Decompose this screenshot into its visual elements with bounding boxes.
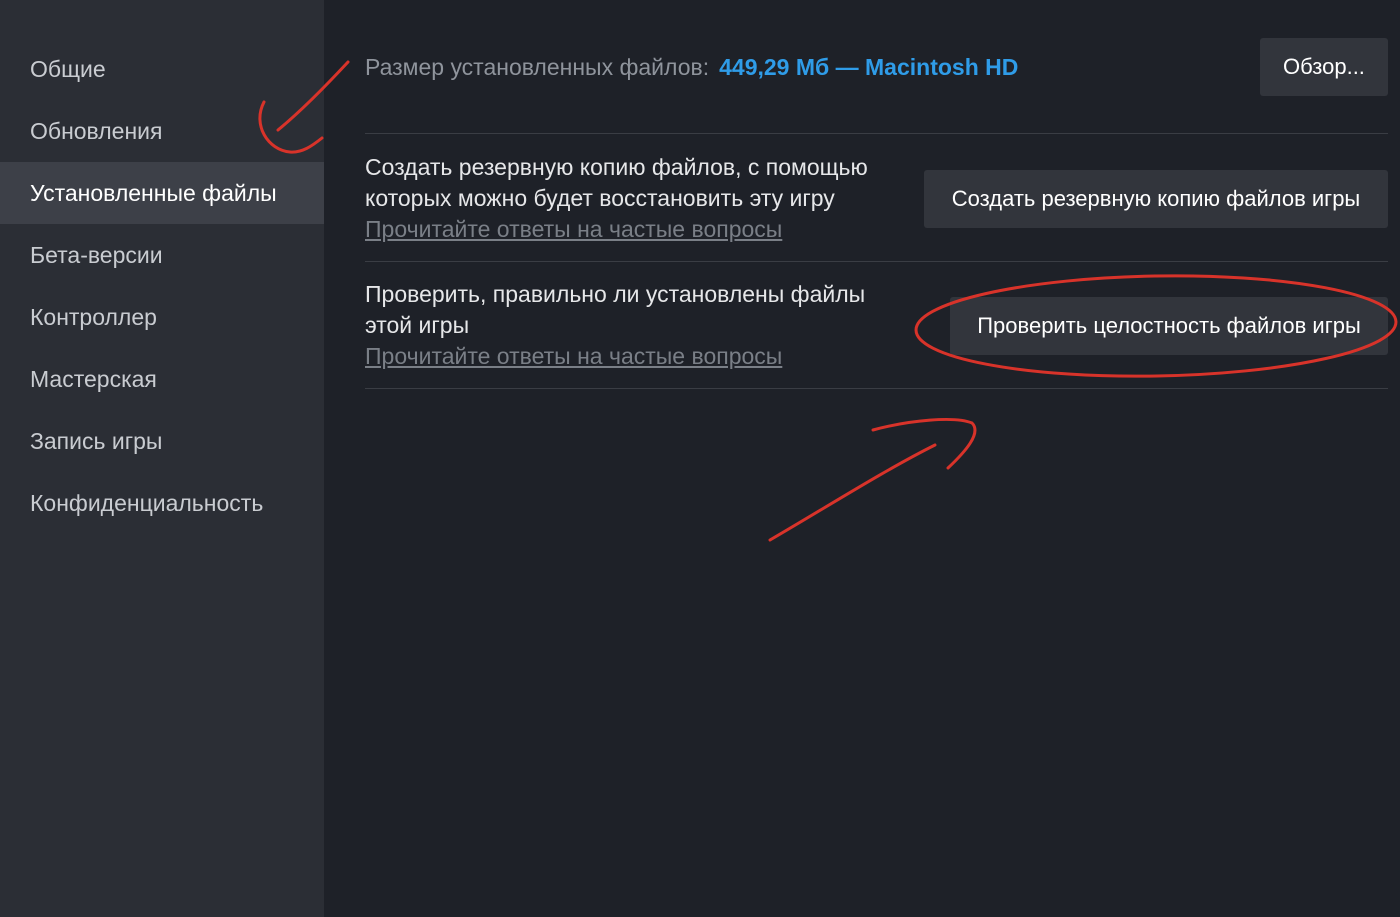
sidebar-item-workshop[interactable]: Мастерская — [0, 348, 324, 410]
backup-description: Создать резервную копию файлов, с помощь… — [365, 154, 868, 211]
sidebar-item-game-recording[interactable]: Запись игры — [0, 410, 324, 472]
verify-section: Проверить, правильно ли установлены файл… — [365, 279, 1388, 374]
sidebar-item-privacy[interactable]: Конфиденциальность — [0, 472, 324, 534]
sidebar-item-betas[interactable]: Бета-версии — [0, 224, 324, 286]
backup-section: Создать резервную копию файлов, с помощь… — [365, 152, 1388, 247]
sidebar-item-installed-files[interactable]: Установленные файлы — [0, 162, 324, 224]
verify-faq-link[interactable]: Прочитайте ответы на частые вопросы — [365, 341, 905, 372]
installed-size-row: Размер установленных файлов: 449,29 Мб —… — [365, 38, 1388, 96]
settings-window: Общие Обновления Установленные файлы Бет… — [0, 0, 1400, 917]
backup-faq-link[interactable]: Прочитайте ответы на частые вопросы — [365, 214, 905, 245]
main-panel: Размер установленных файлов: 449,29 Мб —… — [324, 0, 1400, 917]
installed-size-value: 449,29 Мб — Macintosh HD — [719, 53, 1019, 80]
installed-size-label: Размер установленных файлов: — [365, 53, 710, 80]
verify-description: Проверить, правильно ли установлены файл… — [365, 281, 866, 338]
divider — [365, 388, 1388, 389]
divider — [365, 133, 1388, 134]
divider — [365, 261, 1388, 262]
sidebar-item-controller[interactable]: Контроллер — [0, 286, 324, 348]
verify-integrity-button[interactable]: Проверить целостность файлов игры — [950, 297, 1388, 355]
sidebar-item-general[interactable]: Общие — [0, 38, 324, 100]
browse-button[interactable]: Обзор... — [1260, 38, 1388, 96]
backup-game-files-button[interactable]: Создать резервную копию файлов игры — [924, 170, 1388, 228]
sidebar-item-updates[interactable]: Обновления — [0, 100, 324, 162]
sidebar: Общие Обновления Установленные файлы Бет… — [0, 0, 324, 917]
